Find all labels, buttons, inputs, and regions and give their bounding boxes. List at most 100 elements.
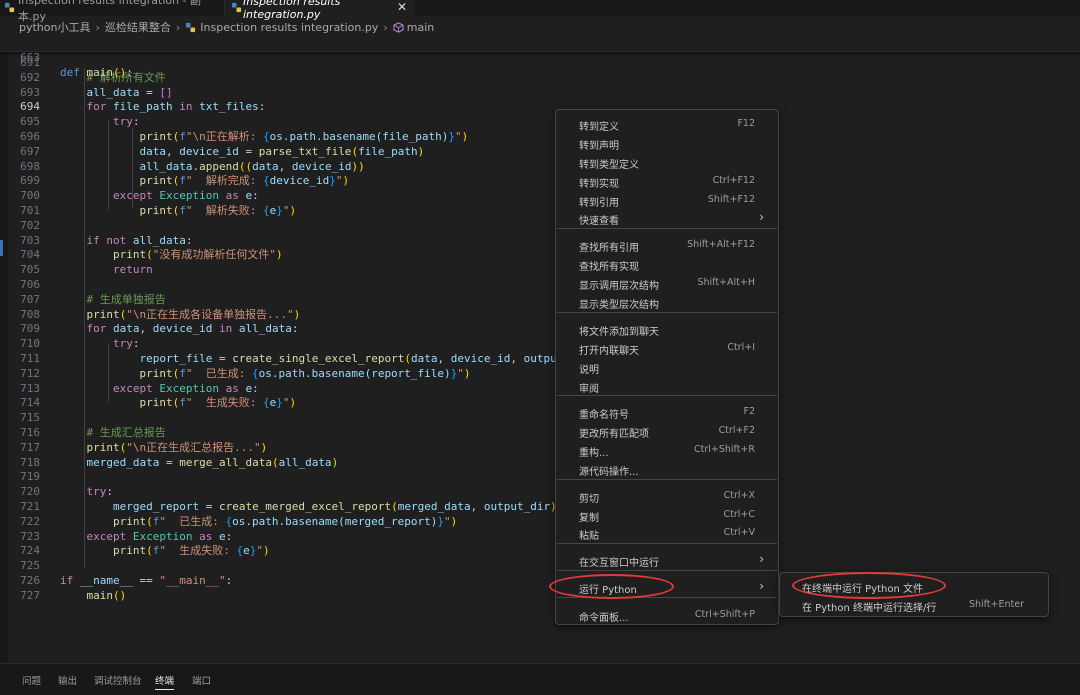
- menu-item-label: 命令面板...: [579, 613, 629, 624]
- gutter-change-marker: [0, 240, 3, 256]
- menu-item-label: 转到声明: [579, 141, 619, 152]
- menu-item-2[interactable]: 转到类型定义: [560, 153, 774, 171]
- line-number: 713: [20, 381, 40, 395]
- menu-item-21[interactable]: 在交互窗口中运行 ›: [560, 551, 774, 569]
- line-code: try:: [112, 337, 140, 351]
- tab-inspection-active[interactable]: Inspection results integration.py ✕: [225, 0, 415, 21]
- line-number: 710: [20, 337, 40, 351]
- line-code: all_data = []: [86, 85, 173, 99]
- menu-item-label: 转到类型定义: [579, 160, 639, 171]
- breadcrumb-folder[interactable]: 巡检结果整合: [105, 19, 171, 35]
- line-number: 719: [20, 470, 40, 484]
- breadcrumb-file[interactable]: Inspection results integration.py: [200, 21, 378, 34]
- breadcrumb-symbol[interactable]: main: [407, 21, 434, 34]
- line-number: 694: [20, 100, 40, 114]
- menu-item-11[interactable]: 打开内联聊天 Ctrl+I: [560, 339, 774, 357]
- menu-item-10[interactable]: 将文件添加到聊天: [560, 320, 774, 338]
- menu-item-20[interactable]: 粘贴 Ctrl+V: [560, 524, 774, 542]
- menu-separator: [557, 570, 777, 571]
- run-selection-in-python-terminal[interactable]: 在 Python 终端中运行选择/行 Shift+Enter: [784, 596, 1044, 614]
- menu-item-13[interactable]: 审阅: [560, 377, 774, 395]
- line-code: print(f" 已生成: {os.path.basename(report_f…: [139, 366, 471, 380]
- menu-item-shortcut: Shift+Alt+H: [697, 277, 755, 288]
- line-number: 702: [20, 218, 40, 232]
- line-number: 726: [20, 574, 40, 587]
- menu-item-label: 查找所有引用: [579, 243, 639, 254]
- line-number: 700: [20, 189, 40, 203]
- line-number: 721: [20, 500, 40, 513]
- menu-separator: [557, 312, 777, 313]
- menu-item-shortcut: F12: [737, 118, 755, 129]
- menu-item-12[interactable]: 说明: [560, 358, 774, 376]
- menu-item-8[interactable]: 显示调用层次结构 Shift+Alt+H: [560, 274, 774, 292]
- menu-item-label: 在交互窗口中运行: [579, 558, 659, 569]
- line-code: data, device_id = parse_txt_file(file_pa…: [139, 144, 425, 158]
- line-number: 701: [20, 204, 40, 217]
- line-number: 716: [20, 426, 40, 439]
- line-code: print("\n正在生成汇总报告..."): [86, 440, 268, 454]
- menu-item-5[interactable]: 快速查看 ›: [560, 209, 774, 227]
- menu-item-label: 将文件添加到聊天: [579, 327, 659, 338]
- run-python-file-in-terminal[interactable]: 在终端中运行 Python 文件: [784, 577, 1044, 595]
- line-code: for file_path in txt_files:: [86, 100, 266, 114]
- menu-item-6[interactable]: 查找所有引用 Shift+Alt+F12: [560, 236, 774, 254]
- menu-item-shortcut: Ctrl+F2: [718, 425, 755, 436]
- line-number: 704: [20, 248, 40, 262]
- menu-item-22[interactable]: 运行 Python ›: [560, 578, 774, 596]
- line-number: 714: [20, 396, 40, 410]
- sticky-scroll[interactable]: 663 def main():: [0, 35, 1080, 79]
- line-code: print("\n正在生成各设备单独报告..."): [86, 307, 301, 321]
- menu-item-23[interactable]: 命令面板... Ctrl+Shift+P: [560, 606, 774, 624]
- menu-item-1[interactable]: 转到声明: [560, 134, 774, 152]
- menu-item-label: 显示调用层次结构: [579, 281, 659, 292]
- panel-tab-0[interactable]: 问题: [22, 673, 41, 687]
- panel-tab-3[interactable]: 终端: [155, 673, 175, 690]
- menu-item-shortcut: Ctrl+Shift+R: [693, 444, 755, 455]
- python-file-icon: [4, 2, 15, 13]
- line-number: 709: [20, 322, 40, 336]
- tab-inspection-copy[interactable]: Inspection results integration - 副本.py: [0, 0, 225, 23]
- menu-item-shortcut: Shift+F12: [707, 194, 755, 205]
- menu-item-18[interactable]: 剪切 Ctrl+X: [560, 487, 774, 505]
- close-icon[interactable]: ✕: [397, 0, 407, 14]
- menu-item-shortcut: Ctrl+I: [727, 342, 755, 353]
- menu-item-shortcut: Ctrl+Shift+P: [694, 609, 755, 620]
- breadcrumb: python小工具 › 巡检结果整合 › Inspection results …: [0, 18, 1080, 36]
- menu-item-label: 转到引用: [579, 198, 619, 209]
- code-line: 726 if __name__ == "__main__":: [0, 573, 560, 588]
- panel-tab-4[interactable]: 端口: [192, 673, 211, 687]
- line-code: try:: [112, 115, 140, 129]
- chevron-right-icon: ›: [759, 210, 764, 224]
- line-code: print(f" 解析完成: {device_id}"): [139, 174, 350, 188]
- menu-item-9[interactable]: 显示类型层次结构: [560, 293, 774, 311]
- line-code: # 生成单独报告: [86, 292, 166, 306]
- menu-separator: [557, 597, 777, 598]
- menu-separator: [557, 228, 777, 229]
- menu-item-7[interactable]: 查找所有实现: [560, 255, 774, 273]
- line-code: except Exception as e:: [112, 381, 259, 395]
- menu-item-16[interactable]: 重构... Ctrl+Shift+R: [560, 441, 774, 459]
- line-code: if __name__ == "__main__":: [60, 574, 233, 587]
- menu-item-3[interactable]: 转到实现 Ctrl+F12: [560, 172, 774, 190]
- menu-item-19[interactable]: 复制 Ctrl+C: [560, 506, 774, 524]
- menu-item-label: 重命名符号: [579, 410, 629, 421]
- menu-item-15[interactable]: 更改所有匹配项 Ctrl+F2: [560, 422, 774, 440]
- panel-tab-1[interactable]: 输出: [58, 673, 77, 687]
- menu-item-4[interactable]: 转到引用 Shift+F12: [560, 191, 774, 209]
- submenu-item-label: 在终端中运行 Python 文件: [802, 584, 924, 595]
- panel-tab-2[interactable]: 调试控制台: [94, 673, 142, 687]
- menu-separator: [557, 543, 777, 544]
- menu-item-shortcut: Shift+Alt+F12: [687, 239, 755, 250]
- menu-item-14[interactable]: 重命名符号 F2: [560, 403, 774, 421]
- menu-item-0[interactable]: 转到定义 F12: [560, 115, 774, 133]
- line-number: 723: [20, 529, 40, 543]
- menu-item-label: 审阅: [579, 384, 599, 395]
- line-code: # 生成汇总报告: [86, 426, 166, 439]
- chevron-right-icon: ›: [759, 579, 764, 593]
- line-number: 707: [20, 292, 40, 306]
- menu-item-17[interactable]: 源代码操作...: [560, 460, 774, 478]
- breadcrumb-folder[interactable]: python小工具: [19, 19, 90, 35]
- menu-item-shortcut: Ctrl+X: [723, 490, 755, 501]
- context-menu: 转到定义 F12 转到声明转到类型定义 转到实现 Ctrl+F12 转到引用 Shift+F…: [555, 109, 779, 625]
- menu-item-label: 运行 Python: [579, 585, 637, 596]
